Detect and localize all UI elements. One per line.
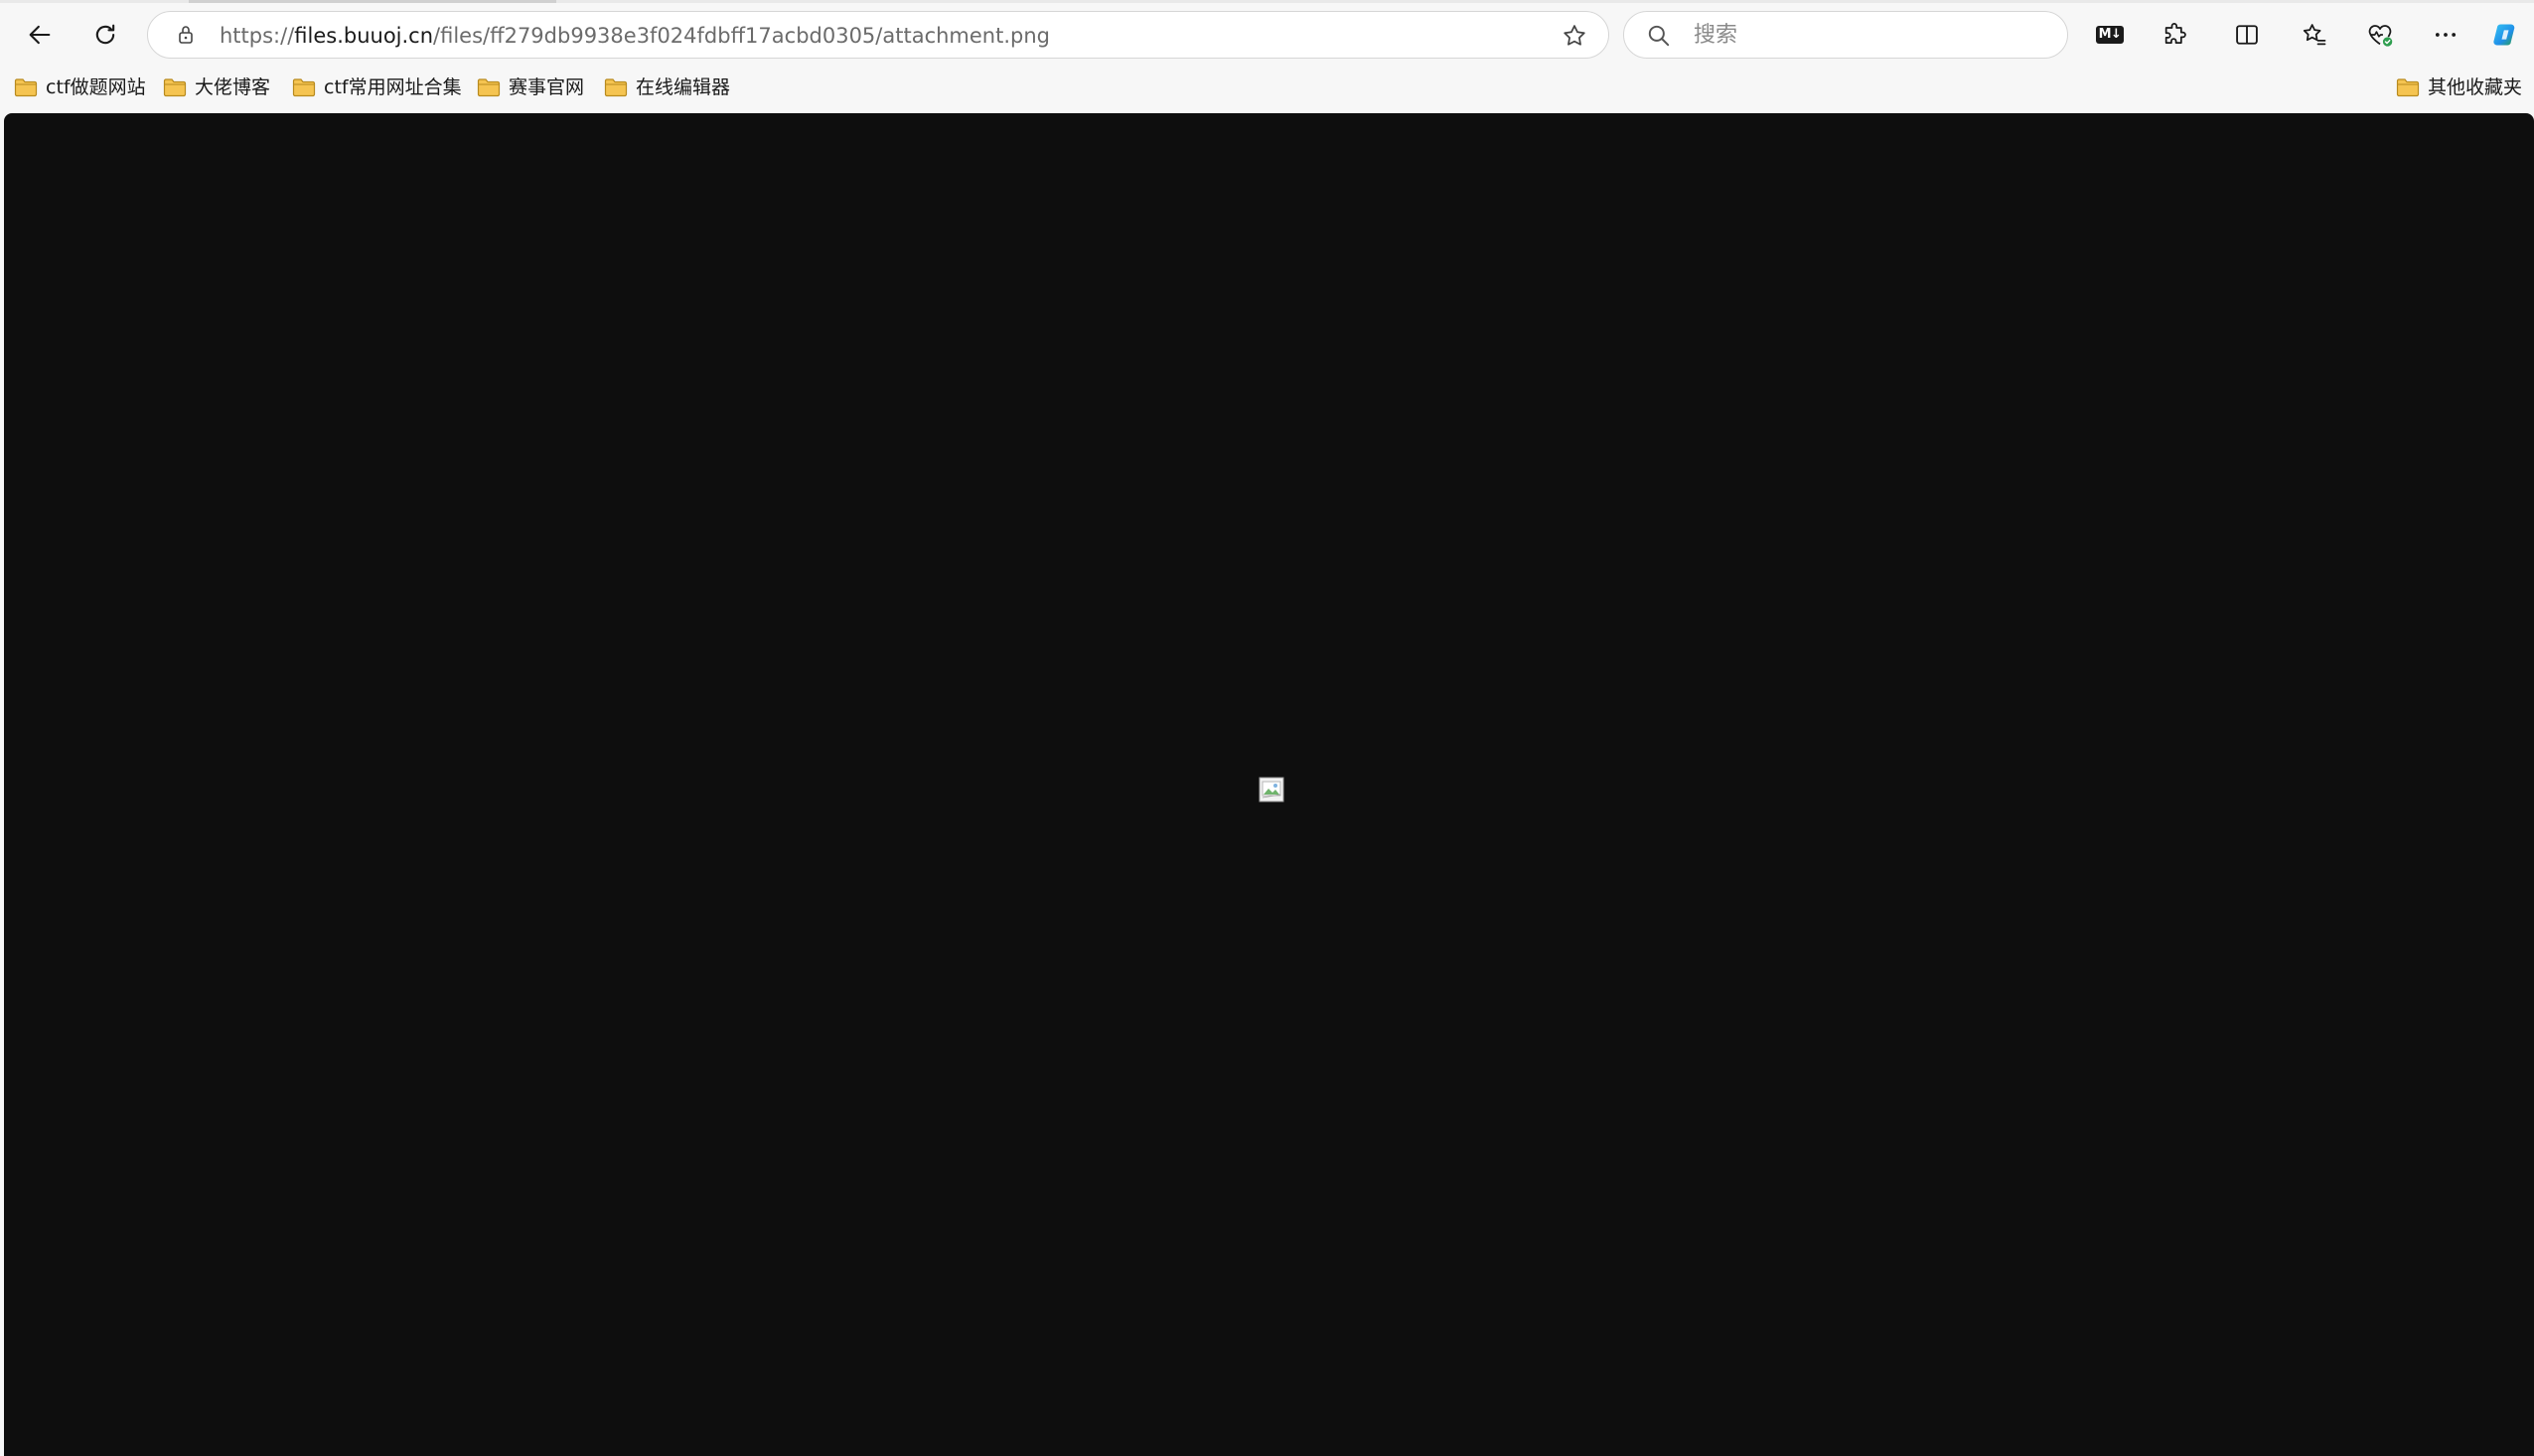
settings-more-button[interactable] (2424, 13, 2467, 57)
bookmark-label: 在线编辑器 (636, 76, 731, 98)
folder-icon (163, 78, 187, 97)
folder-icon (604, 78, 628, 97)
split-screen-icon (2236, 25, 2258, 45)
bookmark-label: 大佬博客 (195, 76, 271, 98)
bookmark-label: ctf常用网址合集 (324, 76, 462, 98)
favorites-button[interactable] (2293, 13, 2336, 57)
address-bar[interactable]: https://files.buuoj.cn/files/ff279db9938… (147, 11, 1609, 59)
search-placeholder: 搜索 (1694, 23, 1738, 48)
copilot-button[interactable] (2483, 13, 2527, 57)
browser-toolbar: https://files.buuoj.cn/files/ff279db9938… (0, 3, 2534, 63)
bookmark-folder-ctf-sites[interactable]: ctf做题网站 (14, 72, 146, 103)
url-prefix: https:// (220, 24, 295, 48)
bookmarks-bar: ctf做题网站 大佬博客 ctf常用网址合集 赛事官网 在线编辑器 其他收藏夹 (0, 66, 2534, 109)
markdown-extension-button[interactable]: M↓ (2088, 13, 2132, 57)
split-screen-button[interactable] (2225, 13, 2269, 57)
heart-pulse-icon (2368, 25, 2393, 47)
bookmark-folder-online-editors[interactable]: 在线编辑器 (604, 72, 730, 103)
arrow-left-icon (29, 25, 51, 45)
folder-icon (292, 78, 316, 97)
bookmark-other-favorites[interactable]: 其他收藏夹 (2396, 72, 2522, 103)
browser-essentials-button[interactable] (2358, 13, 2402, 57)
bookmark-label: ctf做题网站 (46, 76, 146, 98)
favorites-star-list-icon (2303, 24, 2326, 46)
bookmark-label: 其他收藏夹 (2428, 76, 2523, 98)
bookmark-folder-competition-sites[interactable]: 赛事官网 (477, 72, 584, 103)
copilot-icon (2493, 24, 2515, 46)
star-add-favorite-icon[interactable] (1561, 22, 1588, 50)
url-path: /files/ff279db9938e3f024fdbff17acbd0305/… (433, 24, 1050, 48)
lock-icon[interactable] (174, 23, 198, 47)
more-horizontal-icon (2435, 33, 2457, 37)
markdown-icon: M↓ (2095, 26, 2125, 44)
folder-icon (477, 78, 501, 97)
puzzle-piece-icon (2164, 23, 2186, 45)
page-content-viewport[interactable] (4, 113, 2534, 1456)
folder-icon (14, 78, 38, 97)
search-icon (1648, 25, 1670, 47)
folder-icon (2396, 78, 2420, 97)
bookmark-folder-ctf-url-collection[interactable]: ctf常用网址合集 (292, 72, 462, 103)
search-box[interactable]: 搜索 (1623, 11, 2068, 59)
url-host: files.buuoj.cn (294, 24, 434, 48)
refresh-icon (95, 24, 115, 45)
refresh-button[interactable] (83, 13, 127, 57)
extensions-button[interactable] (2154, 13, 2197, 57)
bookmark-label: 赛事官网 (509, 76, 585, 98)
address-url[interactable]: https://files.buuoj.cn/files/ff279db9938… (220, 23, 1050, 49)
back-button[interactable] (18, 13, 62, 57)
bookmark-folder-expert-blogs[interactable]: 大佬博客 (163, 72, 270, 103)
browser-window: https://files.buuoj.cn/files/ff279db9938… (0, 0, 2534, 1456)
broken-image-icon[interactable] (1259, 777, 1284, 802)
